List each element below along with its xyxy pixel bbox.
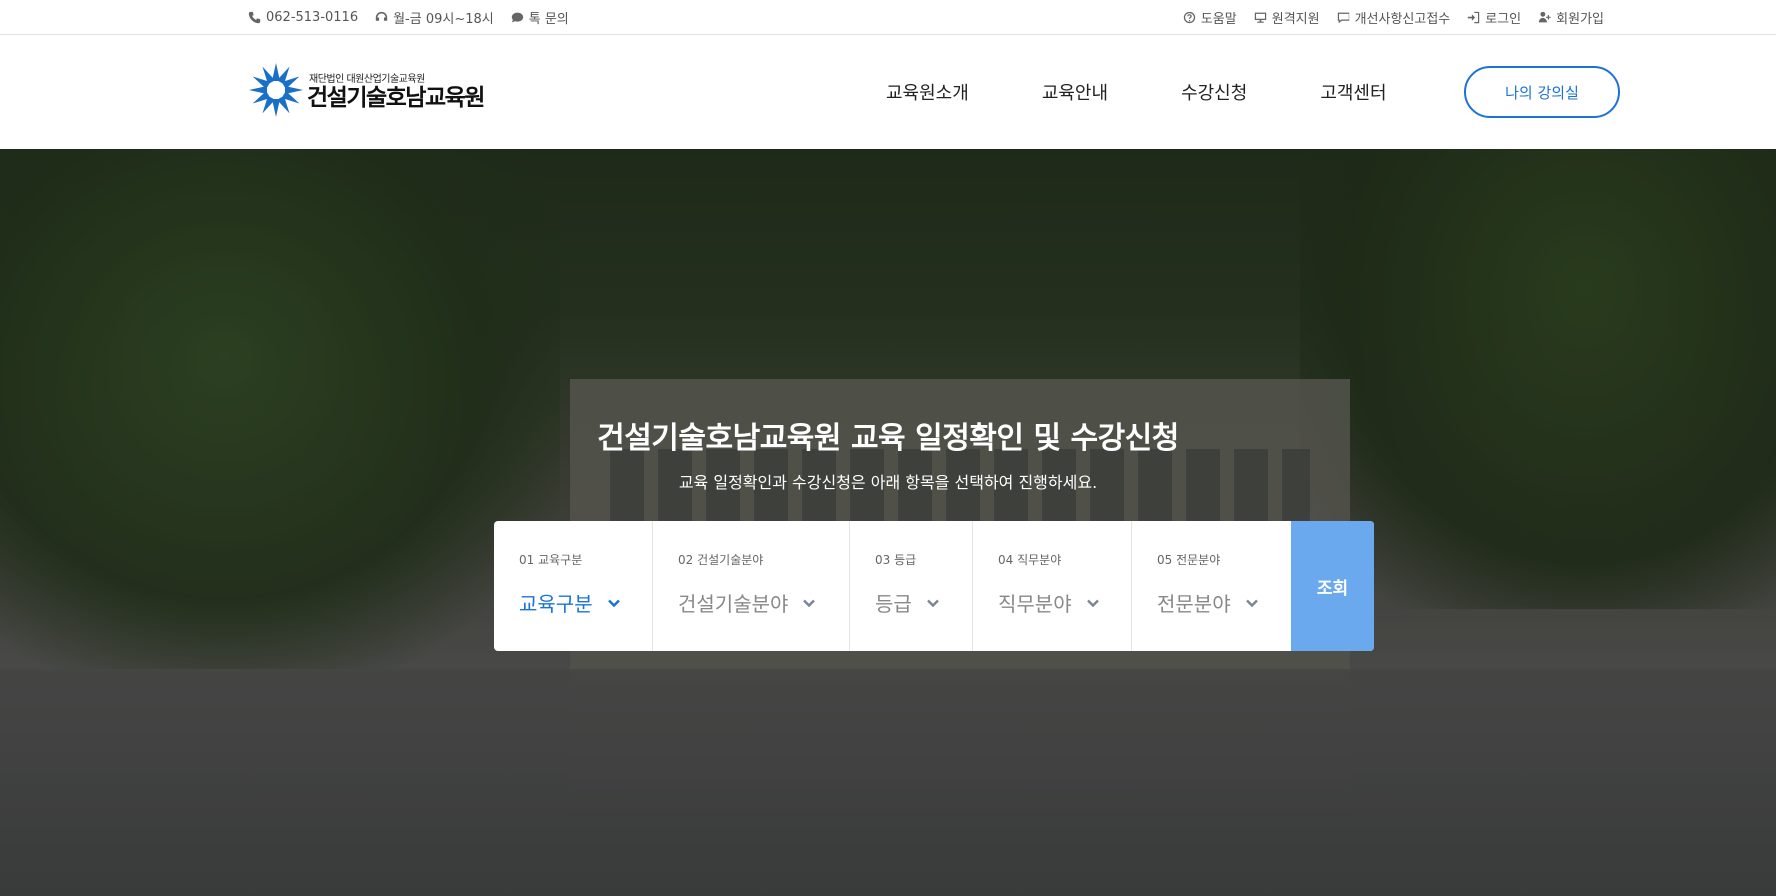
utility-links: 도움말 원격지원 개선사항신고접수 로그인 회원가입: [1183, 8, 1604, 27]
field-value: 교육구분: [519, 592, 593, 616]
talk-inquiry-link[interactable]: 톡 문의: [511, 8, 569, 27]
job-field-select[interactable]: 04 직무분야 직무분야: [973, 521, 1132, 651]
nav-item-enrollment[interactable]: 수강신청: [1181, 79, 1247, 105]
education-type-select[interactable]: 01 교육구분 교육구분: [494, 521, 653, 651]
login-label: 로그인: [1485, 12, 1522, 27]
monitor-icon: [1254, 12, 1266, 23]
chevron-down-icon: [926, 599, 939, 607]
field-label: 01 교육구분: [519, 553, 583, 567]
business-hours: 월-금 09시~18시: [375, 8, 494, 27]
main-header: 재단법인 대원산업기술교육원 건설기술호남교육원 교육원소개 교육안내 수강신청…: [0, 35, 1776, 149]
talk-inquiry-label: 톡 문의: [528, 12, 569, 27]
search-button[interactable]: 조회: [1291, 521, 1374, 651]
field-value: 등급: [875, 592, 912, 616]
field-label: 03 등급: [875, 553, 917, 567]
help-label: 도움말: [1200, 12, 1237, 27]
grade-select[interactable]: 03 등급 등급: [850, 521, 973, 651]
remote-support-label: 원격지원: [1271, 12, 1320, 27]
logo-emblem-icon: [249, 63, 303, 117]
my-classroom-button[interactable]: 나의 강의실: [1464, 66, 1620, 118]
chevron-down-icon: [1245, 599, 1258, 607]
field-value-wrap: 건설기술분야: [678, 588, 849, 617]
user-plus-icon: [1538, 11, 1551, 23]
improvement-report-link[interactable]: 개선사항신고접수: [1337, 8, 1451, 27]
course-search-bar: 01 교육구분 교육구분 02 건설기술분야 건설기술분야 03 등급 등급 0…: [494, 521, 1374, 651]
phone-number[interactable]: 062-513-0116: [248, 10, 358, 25]
chevron-down-icon: [803, 599, 816, 607]
field-value-wrap: 직무분야: [998, 588, 1131, 617]
nav-item-education-guide[interactable]: 교육안내: [1042, 79, 1108, 105]
top-utility-inner: 062-513-0116 월-금 09시~18시 톡 문의 도움말 원격지원 개…: [248, 0, 1604, 35]
main-nav: 교육원소개 교육안내 수강신청 고객센터: [886, 35, 1387, 149]
phone-icon: [248, 11, 261, 24]
construction-field-select[interactable]: 02 건설기술분야 건설기술분야: [653, 521, 850, 651]
contact-info: 062-513-0116 월-금 09시~18시 톡 문의: [248, 8, 569, 27]
improvement-report-label: 개선사항신고접수: [1354, 12, 1451, 27]
field-label: 05 전문분야: [1157, 553, 1221, 567]
hero-title: 건설기술호남교육원 교육 일정확인 및 수강신청: [597, 421, 1179, 456]
nav-item-customer-center[interactable]: 고객센터: [1320, 79, 1386, 105]
field-value: 건설기술분야: [678, 592, 789, 616]
comment-icon: [1337, 12, 1349, 24]
field-value: 전문분야: [1157, 592, 1231, 616]
field-value-wrap: 전문분야: [1157, 588, 1291, 617]
logo-subtitle: 재단법인 대원산업기술교육원: [309, 73, 425, 85]
logo-text: 재단법인 대원산업기술교육원 건설기술호남교육원: [307, 70, 485, 111]
signup-link[interactable]: 회원가입: [1538, 8, 1604, 27]
phone-label: 062-513-0116: [266, 10, 359, 25]
hero-subtitle: 교육 일정확인과 수강신청은 아래 항목을 선택하여 진행하세요.: [678, 473, 1098, 492]
chevron-down-icon: [1086, 599, 1099, 607]
hero-banner: 건설기술호남교육원 교육 일정확인 및 수강신청 교육 일정확인과 수강신청은 …: [0, 149, 1776, 896]
specialty-field-select[interactable]: 05 전문분야 전문분야: [1132, 521, 1291, 651]
field-value: 직무분야: [998, 592, 1072, 616]
headset-icon: [375, 11, 388, 21]
field-label: 04 직무분야: [998, 553, 1062, 567]
login-link[interactable]: 로그인: [1467, 8, 1521, 27]
field-value-wrap: 교육구분: [519, 588, 652, 617]
signup-label: 회원가입: [1556, 12, 1604, 27]
chevron-down-icon: [607, 599, 620, 607]
login-icon: [1468, 11, 1480, 24]
field-label: 02 건설기술분야: [678, 553, 764, 567]
help-icon: [1183, 11, 1196, 24]
field-value-wrap: 등급: [875, 588, 972, 617]
remote-support-link[interactable]: 원격지원: [1254, 8, 1320, 27]
hours-label: 월-금 09시~18시: [393, 12, 494, 27]
chat-icon: [511, 12, 523, 23]
site-logo[interactable]: 재단법인 대원산업기술교육원 건설기술호남교육원: [248, 62, 485, 118]
logo-title: 건설기술호남교육원: [307, 84, 485, 111]
top-utility-bar: 062-513-0116 월-금 09시~18시 톡 문의 도움말 원격지원 개…: [0, 0, 1776, 35]
nav-item-about[interactable]: 교육원소개: [886, 79, 969, 105]
help-link[interactable]: 도움말: [1183, 8, 1237, 27]
